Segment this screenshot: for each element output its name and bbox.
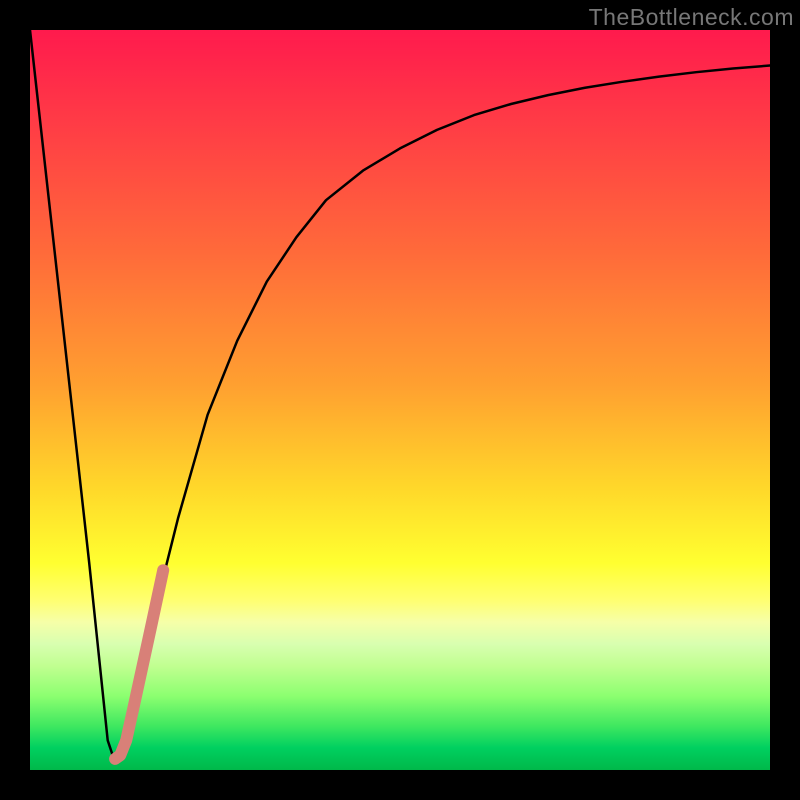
watermark-label: TheBottleneck.com (589, 4, 794, 31)
pink-segment-path (115, 570, 163, 759)
chart-svg (30, 30, 770, 770)
plot-area (30, 30, 770, 770)
outer-frame: TheBottleneck.com (0, 0, 800, 800)
